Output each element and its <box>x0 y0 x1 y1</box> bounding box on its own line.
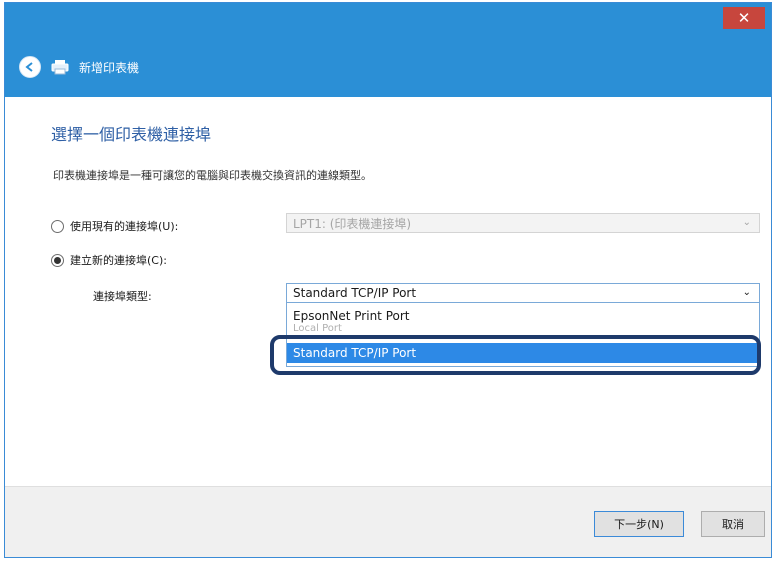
title-bar: ✕ 新增印表機 <box>5 3 771 97</box>
use-existing-port-option[interactable]: 使用現有的連接埠(U): <box>51 218 178 234</box>
chevron-down-icon: ⌄ <box>742 287 751 298</box>
add-printer-window: ✕ 新增印表機 選擇一個印表機連接埠 印表機連接埠是一種可讓您的電腦與印表機交換… <box>4 2 772 558</box>
port-type-select[interactable]: Standard TCP/IP Port ⌄ <box>286 283 760 303</box>
create-new-port-radio[interactable] <box>51 253 64 267</box>
next-button[interactable]: 下一步(N) <box>594 511 684 537</box>
existing-port-select: LPT1: (印表機連接埠) ⌄ <box>286 213 760 233</box>
back-arrow-icon <box>25 62 33 72</box>
page-description: 印表機連接埠是一種可讓您的電腦與印表機交換資訊的連線類型。 <box>53 169 372 182</box>
create-new-port-option[interactable]: 建立新的連接埠(C): <box>51 252 167 268</box>
port-type-label: 連接埠類型: <box>93 290 152 303</box>
create-new-port-label: 建立新的連接埠(C): <box>70 254 167 267</box>
dropdown-option-local-port[interactable]: Local Port <box>287 323 759 334</box>
wizard-footer: 下一步(N) 取消 <box>5 486 771 557</box>
existing-port-value: LPT1: (印表機連接埠) <box>293 216 412 231</box>
callout-highlight <box>270 335 761 375</box>
wizard-nav: 新增印表機 <box>19 55 139 79</box>
printer-icon <box>51 59 69 75</box>
use-existing-port-label: 使用現有的連接埠(U): <box>70 220 179 233</box>
port-type-value: Standard TCP/IP Port <box>293 286 417 300</box>
close-icon: ✕ <box>737 9 751 27</box>
use-existing-port-radio[interactable] <box>51 219 64 233</box>
wizard-content: 選擇一個印表機連接埠 印表機連接埠是一種可讓您的電腦與印表機交換資訊的連線類型。… <box>5 97 771 487</box>
wizard-title: 新增印表機 <box>79 60 140 75</box>
cancel-button[interactable]: 取消 <box>701 511 765 537</box>
back-button[interactable] <box>19 56 41 78</box>
chevron-down-icon: ⌄ <box>742 217 751 228</box>
close-button[interactable]: ✕ <box>723 7 765 29</box>
page-heading: 選擇一個印表機連接埠 <box>51 125 212 144</box>
